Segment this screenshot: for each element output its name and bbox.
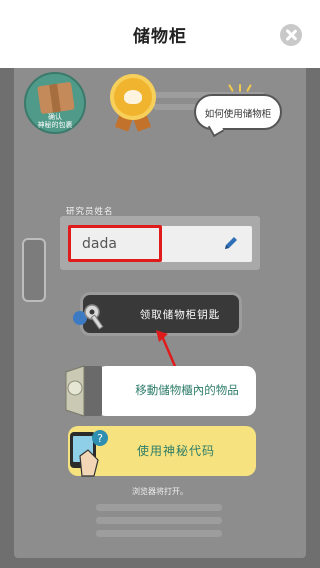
pencil-icon[interactable] xyxy=(222,234,238,252)
locker-vent-bottom xyxy=(96,504,222,543)
move-items-button[interactable]: 移動儲物櫃內的物品 xyxy=(96,366,256,416)
package-icon xyxy=(37,81,75,115)
phone-code-icon: ? xyxy=(70,430,108,477)
name-highlight-box xyxy=(68,225,162,262)
browser-open-note: 浏览器将打开。 xyxy=(132,487,188,496)
key-icon xyxy=(73,304,104,330)
header-bar: 储物柜 xyxy=(0,0,320,68)
confirm-package-button[interactable]: 确认 神秘的包裹 xyxy=(24,72,86,134)
page-title: 储物柜 xyxy=(133,27,187,47)
package-label-line1: 确认 xyxy=(48,113,62,121)
get-locker-key-label: 领取储物柜钥匙 xyxy=(139,309,221,321)
how-to-use-label: 如何使用储物柜 xyxy=(204,109,272,120)
secret-code-label: 使用神秘代码 xyxy=(136,444,215,458)
move-items-label: 移動儲物櫃內的物品 xyxy=(135,383,239,397)
how-to-use-button[interactable]: 如何使用储物柜 xyxy=(194,94,282,130)
svg-text:?: ? xyxy=(97,432,103,445)
medal-icon[interactable] xyxy=(106,72,160,136)
package-label-line2: 神秘的包裹 xyxy=(37,121,73,129)
locker-door-icon xyxy=(65,365,102,417)
close-icon[interactable] xyxy=(280,24,302,46)
bubble-sparkle-icon xyxy=(228,84,252,94)
locker-handle xyxy=(22,238,46,302)
